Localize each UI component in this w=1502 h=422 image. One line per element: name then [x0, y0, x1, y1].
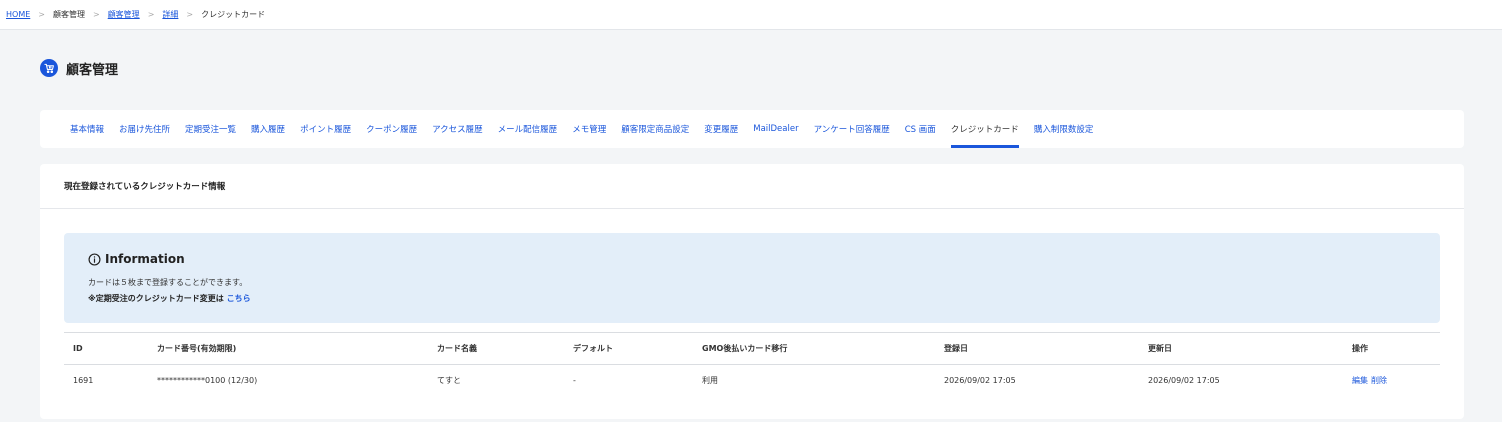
- table-row: 1691 ************0100 (12/30) てすと - 利用 2…: [64, 365, 1440, 397]
- breadcrumb: HOME > 顧客管理 > 顧客管理 > 詳細 > クレジットカード: [6, 9, 265, 20]
- breadcrumb-home-link[interactable]: HOME: [6, 10, 30, 19]
- tab-delivery-address[interactable]: お届け先住所: [119, 110, 170, 148]
- cell-gmo: 利用: [702, 376, 718, 385]
- tab-basic-info[interactable]: 基本情報: [70, 110, 104, 148]
- breadcrumb-separator: >: [38, 10, 45, 19]
- credit-card-table: ID カード番号(有効期限) カード名義 デフォルト GMO後払いカード移行 登…: [64, 332, 1440, 396]
- breadcrumb-bar: HOME > 顧客管理 > 顧客管理 > 詳細 > クレジットカード: [0, 0, 1502, 30]
- tab-change-history[interactable]: 変更履歴: [704, 110, 738, 148]
- delete-link[interactable]: 削除: [1371, 376, 1387, 385]
- cell-id: 1691: [73, 376, 94, 385]
- breadcrumb-separator: >: [92, 10, 100, 19]
- tab-purchase-limit[interactable]: 購入制限数設定: [1034, 110, 1094, 148]
- info-note-text: ※定期受注のクレジットカード変更は: [88, 294, 224, 303]
- card-body: Information カードは５枚まで登録することができます。 ※定期受注のク…: [40, 209, 1464, 396]
- tab-memo[interactable]: メモ管理: [572, 110, 606, 148]
- tab-limited-products[interactable]: 顧客限定商品設定: [621, 110, 689, 148]
- edit-link[interactable]: 編集: [1352, 376, 1368, 385]
- tab-maildealer[interactable]: MailDealer: [753, 110, 798, 148]
- header-card-number: カード番号(有効期限): [148, 332, 428, 365]
- header-updated: 更新日: [1139, 332, 1343, 365]
- page-header: 顧客管理: [40, 52, 1464, 84]
- breadcrumb-customer-management-link[interactable]: 顧客管理: [108, 9, 140, 20]
- cell-card-holder: てすと: [437, 376, 461, 385]
- header-id: ID: [64, 332, 148, 365]
- cart-icon: [40, 59, 58, 77]
- header-default: デフォルト: [564, 332, 693, 365]
- credit-card-section: 現在登録されているクレジットカード情報 Information カードは５枚まで…: [40, 164, 1464, 419]
- breadcrumb-separator: >: [186, 10, 194, 19]
- tab-point-history[interactable]: ポイント履歴: [300, 110, 351, 148]
- tab-mail-history[interactable]: メール配信履歴: [498, 110, 558, 148]
- cell-updated: 2026/09/02 17:05: [1148, 376, 1220, 385]
- header-gmo: GMO後払いカード移行: [693, 332, 935, 365]
- info-subscription-note: ※定期受注のクレジットカード変更は こちら: [88, 293, 1416, 304]
- info-box: Information カードは５枚まで登録することができます。 ※定期受注のク…: [64, 233, 1440, 323]
- section-title: 現在登録されているクレジットカード情報: [40, 164, 1464, 209]
- info-link[interactable]: こちら: [227, 294, 251, 303]
- page-title: 顧客管理: [66, 62, 119, 78]
- breadcrumb-customer-management: 顧客管理: [52, 10, 85, 19]
- cell-default: -: [573, 376, 576, 385]
- cell-card-number: ************0100 (12/30): [157, 376, 258, 385]
- tab-credit-card[interactable]: クレジットカード: [950, 110, 1019, 148]
- header-card-holder: カード名義: [428, 332, 564, 365]
- info-text: カードは５枚まで登録することができます。: [88, 278, 248, 287]
- header-registered: 登録日: [935, 332, 1139, 365]
- table-header-row: ID カード番号(有効期限) カード名義 デフォルト GMO後払いカード移行 登…: [64, 332, 1440, 365]
- cell-registered: 2026/09/02 17:05: [944, 376, 1016, 385]
- info-title: Information: [105, 252, 185, 266]
- page-content: 顧客管理 基本情報 お届け先住所 定期受注一覧 購入履歴 ポイント履歴 クーポン…: [0, 30, 1502, 419]
- breadcrumb-separator: >: [147, 10, 155, 19]
- cell-operations: 編集 削除: [1343, 365, 1440, 397]
- info-icon: [88, 252, 101, 266]
- breadcrumb-detail-link[interactable]: 詳細: [162, 9, 178, 20]
- tab-bar: 基本情報 お届け先住所 定期受注一覧 購入履歴 ポイント履歴 クーポン履歴 アク…: [40, 110, 1464, 148]
- info-title-row: Information: [88, 251, 1416, 267]
- tab-cs-screen[interactable]: CS 画面: [905, 110, 936, 148]
- tab-access-history[interactable]: アクセス履歴: [432, 110, 483, 148]
- breadcrumb-current: クレジットカード: [201, 10, 266, 19]
- header-operations: 操作: [1343, 332, 1440, 365]
- tab-survey-history[interactable]: アンケート回答履歴: [814, 110, 890, 148]
- tab-coupon-history[interactable]: クーポン履歴: [366, 110, 417, 148]
- tab-subscription-orders[interactable]: 定期受注一覧: [185, 110, 236, 148]
- tab-purchase-history[interactable]: 購入履歴: [251, 110, 285, 148]
